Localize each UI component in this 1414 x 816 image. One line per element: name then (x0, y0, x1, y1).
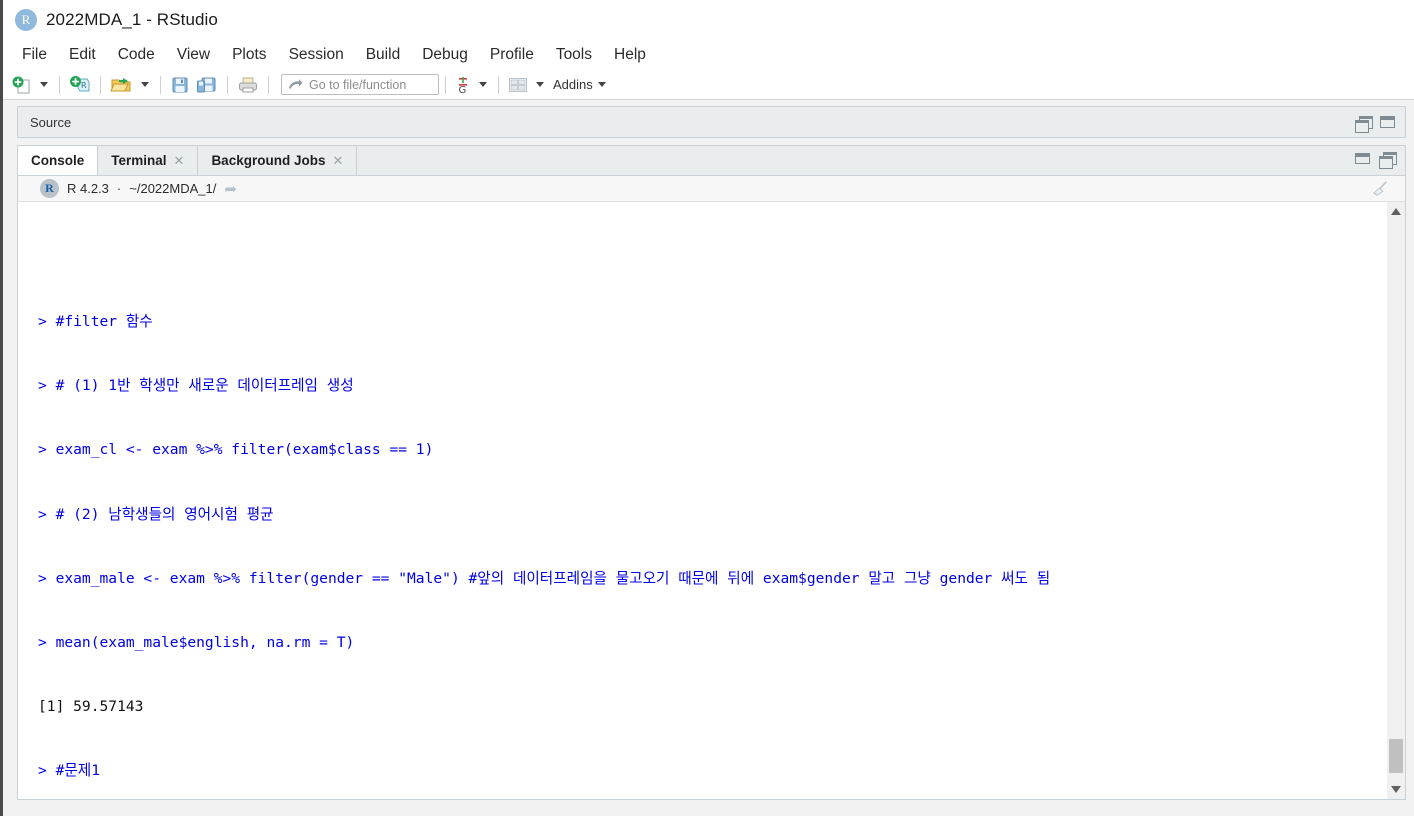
menu-edit[interactable]: Edit (58, 44, 107, 66)
title-bar: R 2022MDA_1 - RStudio (3, 0, 1414, 40)
goto-file-function-input[interactable]: Go to file/function (281, 74, 439, 95)
workspace-panes-caret[interactable] (536, 82, 544, 87)
toolbar-separator-4 (227, 75, 228, 94)
close-tab-icon[interactable]: ✕ (174, 153, 185, 169)
maximize-pane-icon[interactable] (1379, 152, 1397, 169)
new-file-button[interactable] (9, 73, 35, 97)
console-tabstrip: Console Terminal ✕ Background Jobs ✕ (18, 145, 1405, 176)
open-file-icon (110, 77, 131, 91)
menu-debug[interactable]: Debug (411, 44, 479, 66)
tab-terminal-label: Terminal (111, 153, 167, 168)
console-pane: Console Terminal ✕ Background Jobs ✕ R R… (17, 145, 1406, 800)
restore-pane-icon[interactable] (1355, 115, 1373, 133)
print-icon (239, 77, 257, 92)
window-bottom-strip (3, 808, 1414, 816)
menu-profile[interactable]: Profile (479, 44, 545, 66)
menu-plots[interactable]: Plots (221, 44, 277, 66)
console-line: > exam_male <- exam %>% filter(gender ==… (38, 569, 1051, 587)
main-toolbar: R Go to file/function G Addins (3, 70, 1414, 100)
console-session-bar: R R 4.2.3 · ~/2022MDA_1/ ➦ (18, 176, 1405, 202)
rstudio-window: R 2022MDA_1 - RStudio File Edit Code Vie… (0, 0, 1414, 816)
session-separator: · (116, 181, 122, 196)
menu-build[interactable]: Build (355, 44, 411, 66)
new-file-icon (12, 76, 30, 93)
toolbar-separator-1 (59, 75, 60, 94)
source-pane: Source (17, 106, 1406, 138)
menu-code[interactable]: Code (107, 44, 166, 66)
console-pane-controls (1355, 152, 1405, 169)
tab-terminal[interactable]: Terminal ✕ (98, 146, 199, 175)
console-text[interactable]: > #filter 함수 > # (1) 1반 학생만 새로운 데이터프레임 생… (18, 202, 1386, 799)
menu-file[interactable]: File (11, 44, 58, 66)
r-logo-icon: R (15, 9, 37, 31)
broom-clear-console-icon[interactable] (1371, 180, 1391, 198)
menu-view[interactable]: View (166, 44, 221, 66)
version-control-caret[interactable] (479, 82, 487, 87)
toolbar-separator-2 (100, 75, 101, 94)
menu-tools[interactable]: Tools (545, 44, 603, 66)
toolbar-separator-5 (268, 75, 269, 94)
save-all-icon (197, 77, 216, 92)
tab-background-jobs[interactable]: Background Jobs ✕ (198, 146, 358, 175)
print-button[interactable] (234, 73, 262, 97)
menu-help[interactable]: Help (603, 44, 657, 66)
r-version-label: R 4.2.3 (67, 181, 109, 196)
toolbar-separator-3 (160, 75, 161, 94)
console-output-area[interactable]: > #filter 함수 > # (1) 1반 학생만 새로운 데이터프레임 생… (18, 202, 1405, 799)
console-scrollbar[interactable] (1386, 202, 1405, 799)
popout-arrow-icon[interactable]: ➦ (224, 180, 237, 198)
workspace-panes-button[interactable] (505, 73, 531, 97)
scrollbar-thumb[interactable] (1389, 739, 1403, 773)
tab-console-label: Console (31, 153, 85, 168)
scroll-up-arrow-icon[interactable] (1391, 208, 1401, 215)
workspace-panes-icon (509, 77, 527, 92)
goto-file-function-placeholder: Go to file/function (309, 77, 407, 92)
menu-session[interactable]: Session (278, 44, 355, 66)
open-file-button[interactable] (107, 73, 136, 97)
new-project-icon: R (70, 75, 90, 91)
menu-bar: File Edit Code View Plots Session Build … (3, 40, 1414, 70)
console-line: > #문제1 (38, 762, 100, 780)
close-tab-icon[interactable]: ✕ (332, 153, 343, 169)
console-line-clipped (38, 237, 1386, 247)
new-file-dropdown-caret[interactable] (40, 82, 48, 87)
version-control-icon: G (459, 76, 467, 95)
toolbar-separator-6 (445, 75, 446, 94)
panes-container: Source Console Terminal ✕ Background Job… (3, 100, 1414, 808)
addins-button[interactable]: Addins (553, 77, 593, 92)
tab-background-jobs-label: Background Jobs (211, 153, 326, 168)
source-pane-header: Source (18, 107, 1405, 137)
svg-text:R: R (81, 81, 87, 90)
goto-arrow-icon (289, 78, 303, 89)
save-all-button[interactable] (193, 73, 221, 97)
toolbar-separator-7 (498, 75, 499, 94)
addins-caret[interactable] (597, 82, 606, 87)
console-line: [1] 59.57143 (38, 698, 144, 716)
source-pane-title: Source (30, 114, 72, 130)
r-session-logo-icon: R (40, 179, 59, 198)
tab-console[interactable]: Console (18, 145, 99, 175)
console-line: > mean(exam_male$english, na.rm = T) (38, 634, 355, 652)
console-line: > # (2) 남학생들의 영어시험 평균 (38, 505, 274, 523)
window-title: 2022MDA_1 - RStudio (46, 10, 218, 29)
maximize-pane-icon[interactable] (1380, 116, 1395, 128)
svg-text:G: G (459, 85, 467, 95)
working-directory-label[interactable]: ~/2022MDA_1/ (129, 181, 216, 196)
version-control-button[interactable]: G (452, 73, 474, 97)
save-button[interactable] (167, 73, 193, 97)
source-pane-controls (1355, 115, 1405, 133)
console-line: > # (1) 1반 학생만 새로운 데이터프레임 생성 (38, 377, 354, 395)
console-line: > #filter 함수 (38, 313, 153, 331)
open-file-dropdown-caret[interactable] (141, 82, 149, 87)
scroll-down-arrow-icon[interactable] (1391, 786, 1401, 793)
new-project-button[interactable]: R (66, 73, 94, 97)
save-icon (172, 77, 188, 92)
minimize-pane-icon[interactable] (1355, 153, 1370, 164)
console-line: > exam_cl <- exam %>% filter(exam$class … (38, 441, 434, 459)
